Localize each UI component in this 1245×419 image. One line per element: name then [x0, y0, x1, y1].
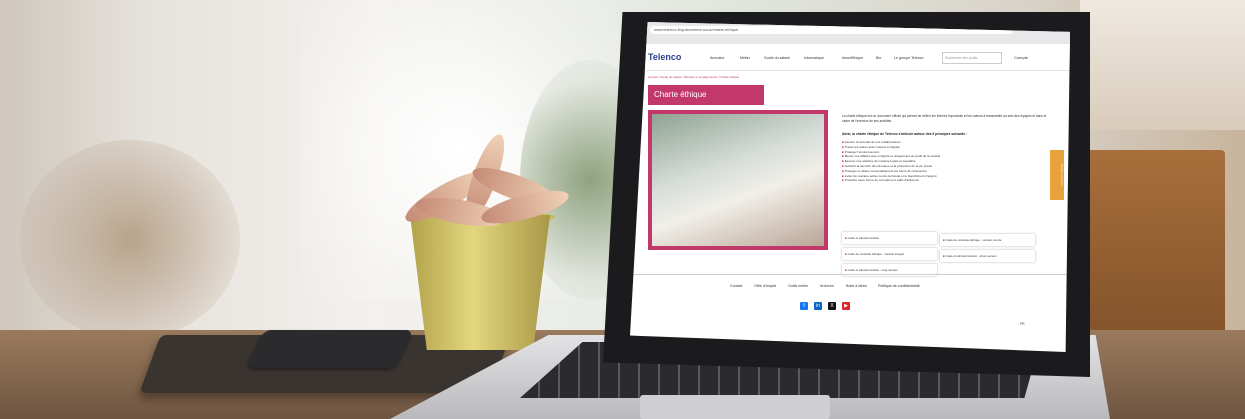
page-title: Charte éthique	[648, 85, 764, 105]
footer-link-tools[interactable]: Outils métier	[788, 284, 808, 288]
footer-divider	[630, 274, 1070, 275]
list-item: Proscrire toute forme de corruption et t…	[842, 178, 1052, 183]
document-link[interactable]: Code of ethical conduct	[842, 232, 937, 244]
principles-heading: Ainsi, la charte éthique de Telenco s'ar…	[842, 132, 968, 136]
telenco-logo[interactable]: Telenco	[648, 52, 681, 62]
nav-item-groupe[interactable]: Le groupe Telenco	[894, 56, 924, 60]
laptop-screen: www.telenco.fr/quisommes-nous/charte-eth…	[630, 22, 1070, 352]
x-icon[interactable]: X	[828, 302, 836, 310]
laptop-trackpad	[640, 395, 830, 419]
smartphone	[246, 330, 414, 368]
nav-item-monethique[interactable]: #monEthique	[842, 56, 863, 60]
footer-link-jobs[interactable]: Offre d'emploi	[754, 284, 776, 288]
footer-link-ideas[interactable]: Boite à idées	[846, 284, 867, 288]
background-shelf	[1080, 0, 1245, 130]
background-plant	[20, 140, 240, 340]
plant-pot	[410, 215, 550, 350]
nav-item-annuaire[interactable]: Annuaire	[710, 56, 724, 60]
nav-item-bio[interactable]: Bio	[876, 56, 881, 60]
search-input[interactable]: Recherche des profils	[942, 52, 1002, 64]
account-menu[interactable]: Compte	[1014, 55, 1028, 60]
intro-text: La charte éthique est un document offici…	[842, 114, 1047, 123]
language-selector[interactable]: FR	[1020, 322, 1025, 326]
meeting-photo	[652, 114, 824, 246]
feedback-tab[interactable]: Donner son avis	[1050, 150, 1064, 200]
youtube-icon[interactable]: ▶	[842, 302, 850, 310]
footer-link-contact[interactable]: Contact	[730, 284, 742, 288]
breadcrumb[interactable]: Accueil / Guide du salarié / Éthique et …	[648, 75, 739, 79]
footer-link-privacy[interactable]: Politique de confidentialité	[878, 284, 920, 288]
nav-item-guide[interactable]: Guide du salarié	[764, 56, 790, 60]
document-link[interactable]: Code de conduite éthique - version court…	[940, 234, 1035, 246]
principles-list: Assurer la sécurité de nos collaborateur…	[842, 140, 1052, 183]
laptop-desk-photo: www.telenco.fr/quisommes-nous/charte-eth…	[0, 0, 1245, 419]
facebook-icon[interactable]: f	[800, 302, 808, 310]
footer-link-archives[interactable]: Archives	[820, 284, 834, 288]
nav-item-metier[interactable]: Métier	[740, 56, 750, 60]
document-link[interactable]: Code de conduite éthique - version longu…	[842, 248, 937, 260]
linkedin-icon[interactable]: in	[814, 302, 822, 310]
document-link[interactable]: Code of ethical conduct - short version	[940, 250, 1035, 262]
nav-item-informatique[interactable]: Informatique	[804, 56, 824, 60]
